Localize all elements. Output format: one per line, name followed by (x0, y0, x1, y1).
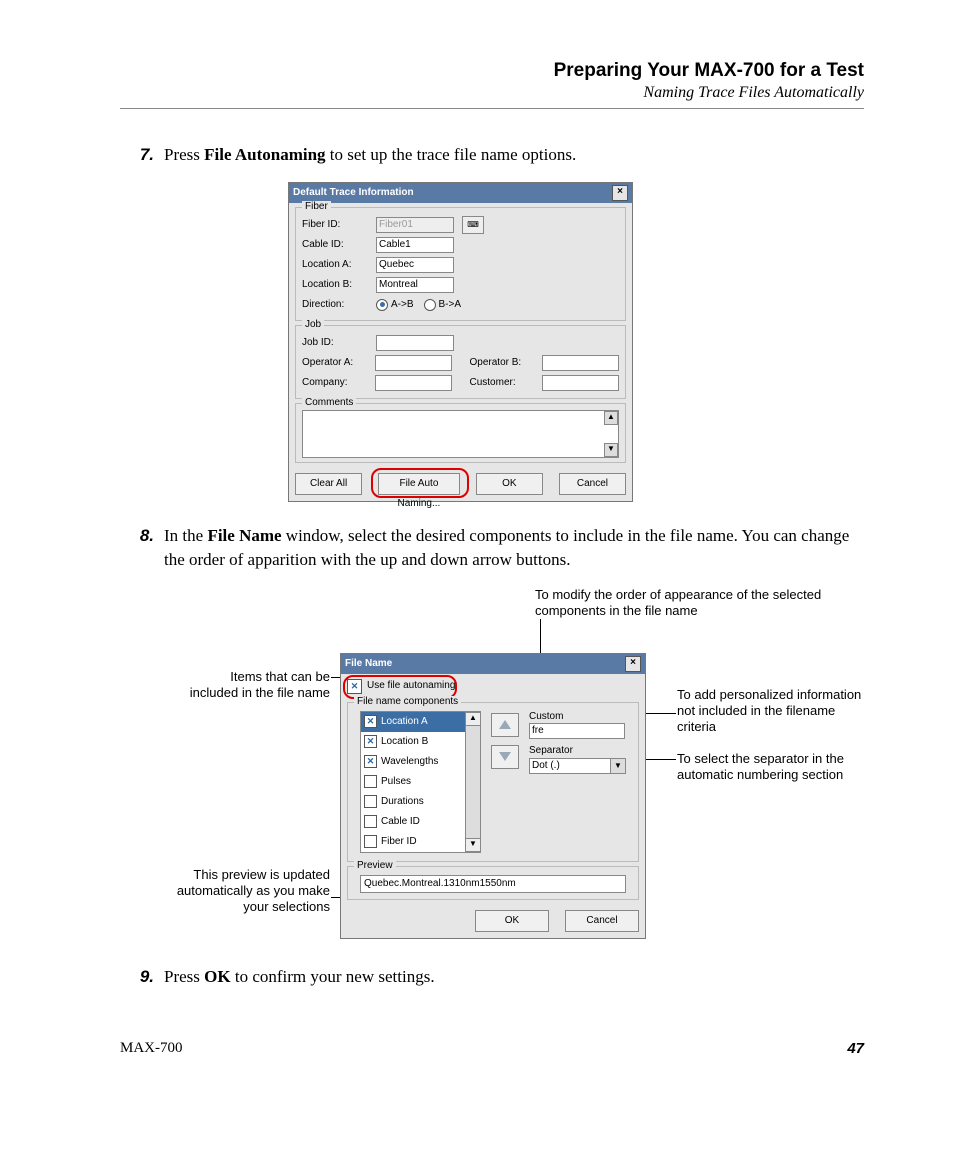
list-item-label: Durations (381, 796, 424, 809)
step-9: 9. Press OK to confirm your new settings… (120, 965, 864, 990)
preview-group: Preview Quebec.Montreal.1310nm1550nm (347, 866, 639, 900)
checkbox-icon[interactable] (364, 715, 377, 728)
list-item[interactable]: Wavelengths (361, 752, 480, 772)
comments-group: Comments ▲ ▼ (295, 403, 626, 463)
annotation-right-2: To select the separator in the automatic… (677, 751, 867, 784)
customer-field[interactable] (542, 375, 619, 391)
scroll-up-icon[interactable]: ▲ (604, 411, 618, 425)
scroll-up-icon[interactable]: ▲ (465, 712, 481, 726)
checkbox-icon[interactable] (364, 835, 377, 848)
list-item-label: Cable ID (381, 816, 420, 829)
list-item[interactable]: Pulses (361, 772, 480, 792)
job-id-field[interactable] (376, 335, 454, 351)
components-group: File name components Location ALocation … (347, 702, 639, 862)
step-text: Press OK to confirm your new settings. (164, 965, 864, 990)
checkbox-icon[interactable] (364, 755, 377, 768)
fiber-id-field[interactable]: Fiber01 (376, 217, 454, 233)
checkbox-icon[interactable] (364, 735, 377, 748)
dialog-button-row: OK Cancel (341, 904, 645, 938)
dialog-titlebar: Default Trace Information × (289, 183, 632, 203)
step-8: 8. In the File Name window, select the d… (120, 524, 864, 573)
list-item-label: Fiber ID (381, 836, 417, 849)
list-item-label: Wavelengths (381, 756, 438, 769)
custom-field[interactable]: fre (529, 723, 625, 739)
cancel-button[interactable]: Cancel (565, 910, 639, 932)
list-item[interactable]: Location B (361, 732, 480, 752)
close-icon[interactable]: × (612, 185, 628, 201)
footer-model: MAX-700 (120, 1040, 183, 1057)
direction-ab-radio[interactable]: A->B (376, 299, 414, 311)
annotation-top: To modify the order of appearance of the… (535, 587, 855, 620)
move-up-button[interactable] (491, 713, 519, 737)
chevron-up-icon (499, 720, 511, 729)
annotation-right-1: To add personalized information not incl… (677, 687, 867, 736)
location-b-field[interactable]: Montreal (376, 277, 454, 293)
page-footer: MAX-700 47 (120, 1040, 864, 1057)
cable-id-field[interactable]: Cable1 (376, 237, 454, 253)
default-trace-info-dialog: Default Trace Information × Fiber Fiber … (288, 182, 633, 502)
comments-field[interactable]: ▲ ▼ (302, 410, 619, 458)
company-field[interactable] (375, 375, 452, 391)
move-down-button[interactable] (491, 745, 519, 769)
chapter-title: Preparing Your MAX-700 for a Test (120, 60, 864, 82)
list-item[interactable]: Location A (361, 712, 480, 732)
location-a-field[interactable]: Quebec (376, 257, 454, 273)
page-number: 47 (847, 1040, 864, 1057)
page-header: Preparing Your MAX-700 for a Test Naming… (120, 60, 864, 109)
direction-ba-radio[interactable]: B->A (424, 299, 462, 311)
step-text: Press File Autonaming to set up the trac… (164, 143, 864, 168)
components-listbox[interactable]: Location A Location B Wavelengths Pulses Dur… (360, 711, 481, 853)
ok-button[interactable]: OK (476, 473, 543, 495)
keypad-icon[interactable]: ⌨ (462, 216, 484, 234)
separator-select[interactable]: Dot (.) ▼ (529, 758, 626, 774)
scrollbar[interactable]: ▲ ▼ (465, 712, 480, 852)
file-name-dialog: File Name × Use file autonaming File nam… (340, 653, 646, 939)
dialog-title: File Name (345, 658, 392, 671)
job-group: Job Job ID: Operator A: Operator B: Comp… (295, 325, 626, 399)
close-icon[interactable]: × (625, 656, 641, 672)
step-7: 7. Press File Autonaming to set up the t… (120, 143, 864, 168)
chevron-down-icon (499, 752, 511, 761)
step-number: 7. (120, 143, 164, 168)
section-subtitle: Naming Trace Files Automatically (120, 84, 864, 102)
checkbox-icon[interactable] (364, 815, 377, 828)
step-text: In the File Name window, select the desi… (164, 524, 864, 573)
annotation-left-2: This preview is updated automatically as… (170, 867, 330, 916)
clear-all-button[interactable]: Clear All (295, 473, 362, 495)
operator-a-field[interactable] (375, 355, 452, 371)
file-auto-naming-button[interactable]: File Auto Naming... (378, 473, 460, 495)
scroll-down-icon[interactable]: ▼ (465, 838, 481, 852)
dialog-title: Default Trace Information (293, 187, 414, 198)
checkbox-icon[interactable] (364, 775, 377, 788)
dialog-button-row: Clear All File Auto Naming... OK Cancel (289, 467, 632, 501)
list-item-label: Location B (381, 736, 428, 749)
fiber-group: Fiber Fiber ID:Fiber01⌨ Cable ID:Cable1 … (295, 207, 626, 321)
cancel-button[interactable]: Cancel (559, 473, 626, 495)
list-item[interactable]: Cable ID (361, 812, 480, 832)
step-number: 9. (120, 965, 164, 990)
use-autonaming-checkbox[interactable] (347, 679, 362, 694)
radio-selected-icon (376, 299, 388, 311)
step-number: 8. (120, 524, 164, 573)
list-item-label: Location A (381, 716, 428, 729)
dialog-titlebar: File Name × (341, 654, 645, 674)
list-item-label: Pulses (381, 776, 411, 789)
scroll-down-icon[interactable]: ▼ (604, 443, 618, 457)
checkbox-icon[interactable] (364, 795, 377, 808)
operator-b-field[interactable] (542, 355, 619, 371)
annotation-left-1: Items that can be included in the file n… (180, 669, 330, 702)
list-item[interactable]: Fiber ID (361, 832, 480, 852)
chevron-down-icon: ▼ (611, 758, 626, 774)
ok-button[interactable]: OK (475, 910, 549, 932)
preview-value: Quebec.Montreal.1310nm1550nm (360, 875, 626, 893)
annotated-figure: To modify the order of appearance of the… (120, 587, 864, 957)
radio-icon (424, 299, 436, 311)
list-item[interactable]: Durations (361, 792, 480, 812)
